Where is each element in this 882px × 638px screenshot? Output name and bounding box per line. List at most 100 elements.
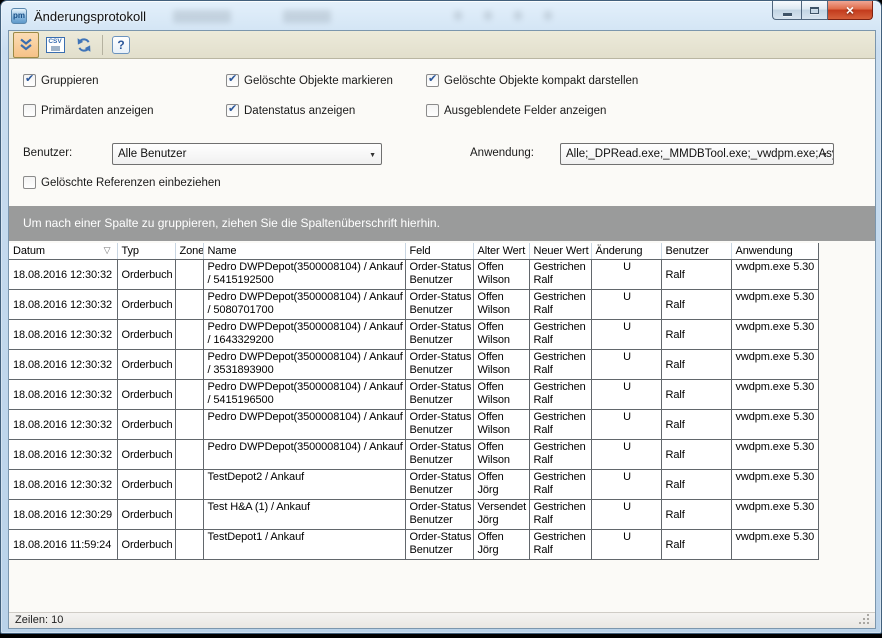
cell-neuer-wert: GestrichenRalf: [529, 470, 591, 500]
checkbox-label: Gelöschte Objekte kompakt darstellen: [444, 75, 638, 87]
cell-neuer-wert: GestrichenRalf: [529, 380, 591, 410]
cell-typ: Orderbuch: [117, 260, 175, 290]
cell-name: Pedro DWPDepot(3500008104) / Ankauf: [203, 440, 405, 470]
cell-zone: [175, 500, 203, 530]
cell-name: Pedro DWPDepot(3500008104) / Ankauf: [203, 410, 405, 440]
checkbox-gel-schte-referenzen-einbeziehen[interactable]: Gelöschte Referenzen einbeziehen: [23, 176, 221, 189]
cell-benutzer: Ralf: [661, 350, 731, 380]
changes-table: Datum▽TypZoneNameFeldAlter WertNeuer Wer…: [9, 243, 819, 560]
table-row[interactable]: 18.08.2016 12:30:32Orderbuch Pedro DWPDep…: [9, 440, 818, 470]
checkbox-gel-schte-objekte-kompakt-darstellen[interactable]: Gelöschte Objekte kompakt darstellen: [426, 74, 638, 87]
column-header-zone[interactable]: Zone: [175, 243, 203, 260]
maximize-icon: [810, 7, 819, 14]
table-header-row: Datum▽TypZoneNameFeldAlter WertNeuer Wer…: [9, 243, 818, 260]
resize-grip-icon[interactable]: [859, 622, 861, 624]
checkbox-gruppieren[interactable]: Gruppieren: [23, 74, 99, 87]
cell-datum: 18.08.2016 12:30:32: [9, 440, 117, 470]
cell-benutzer: Ralf: [661, 470, 731, 500]
checkbox-ausgeblendete-felder-anzeigen[interactable]: Ausgeblendete Felder anzeigen: [426, 104, 606, 117]
expand-options-button[interactable]: [13, 32, 39, 58]
cell-aenderung: U: [591, 530, 661, 560]
cell-anwendung: vwdpm.exe 5.30: [731, 320, 818, 350]
table-row[interactable]: 18.08.2016 12:30:32OrderbuchPedro DWPDep…: [9, 380, 818, 410]
column-header-datum[interactable]: Datum▽: [9, 243, 117, 260]
row-count-label: Zeilen: 10: [15, 614, 63, 626]
table-row[interactable]: 18.08.2016 12:30:32Orderbuch Pedro DWPDep…: [9, 410, 818, 440]
cell-name: TestDepot2 / Ankauf: [203, 470, 405, 500]
column-header-benutzer[interactable]: Benutzer: [661, 243, 731, 260]
cell-alter-wert: VersendetJörg: [473, 500, 529, 530]
cell-alter-wert: OffenJörg: [473, 530, 529, 560]
close-icon: ×: [846, 2, 854, 18]
cell-anwendung: vwdpm.exe 5.30: [731, 410, 818, 440]
cell-benutzer: Ralf: [661, 500, 731, 530]
cell-name: Test H&A (1) / Ankauf: [203, 500, 405, 530]
checkbox-checked-icon: [426, 74, 439, 87]
column-header-anwendung[interactable]: Anwendung: [731, 243, 818, 260]
table-row[interactable]: 18.08.2016 12:30:32OrderbuchPedro DWPDep…: [9, 320, 818, 350]
cell-datum: 18.08.2016 12:30:32: [9, 380, 117, 410]
table-row[interactable]: 18.08.2016 12:30:32OrderbuchPedro DWPDep…: [9, 290, 818, 320]
help-button[interactable]: ?: [108, 32, 134, 58]
client-area: CSV ? Gruppieren Gelöschte Objekte markie…: [9, 31, 875, 628]
toolbar: CSV ?: [9, 31, 875, 59]
cell-neuer-wert: GestrichenRalf: [529, 500, 591, 530]
group-by-bar[interactable]: Um nach einer Spalte zu gruppieren, zieh…: [9, 206, 875, 241]
checkbox-gel-schte-objekte-markieren[interactable]: Gelöschte Objekte markieren: [226, 74, 393, 87]
anwendung-label: Anwendung:: [470, 147, 534, 159]
cell-benutzer: Ralf: [661, 380, 731, 410]
refresh-button[interactable]: [71, 32, 97, 58]
cell-feld: Order-StatusBenutzer: [405, 350, 473, 380]
cell-name: Pedro DWPDepot(3500008104) / Ankauf/ 164…: [203, 320, 405, 350]
table-row[interactable]: 18.08.2016 12:30:32OrderbuchPedro DWPDep…: [9, 260, 818, 290]
column-header-alter-wert[interactable]: Alter Wert: [473, 243, 529, 260]
titlebar[interactable]: pm Änderungsprotokoll ×: [1, 1, 881, 31]
minimize-button[interactable]: [772, 1, 801, 20]
cell-feld: Order-StatusBenutzer: [405, 470, 473, 500]
benutzer-dropdown[interactable]: Alle Benutzer ▼: [112, 143, 382, 165]
checkbox-checked-icon: [23, 74, 36, 87]
cell-benutzer: Ralf: [661, 410, 731, 440]
cell-aenderung: U: [591, 410, 661, 440]
cell-alter-wert: OffenWilson: [473, 440, 529, 470]
table-row[interactable]: 18.08.2016 12:30:29OrderbuchTest H&A (1)…: [9, 500, 818, 530]
checkbox-prim-rdaten-anzeigen[interactable]: Primärdaten anzeigen: [23, 104, 154, 117]
anwendung-dropdown[interactable]: Alle;_DPRead.exe;_MMDBTool.exe;_vwdpm.ex…: [560, 143, 834, 165]
checkbox-checked-icon: [226, 74, 239, 87]
csv-export-button[interactable]: CSV: [42, 32, 68, 58]
cell-aenderung: U: [591, 260, 661, 290]
column-header-neuer-wert[interactable]: Neuer Wert: [529, 243, 591, 260]
cell-anwendung: vwdpm.exe 5.30: [731, 470, 818, 500]
column-header-feld[interactable]: Feld: [405, 243, 473, 260]
cell-datum: 18.08.2016 12:30:32: [9, 290, 117, 320]
cell-typ: Orderbuch: [117, 500, 175, 530]
cell-feld: Order-StatusBenutzer: [405, 290, 473, 320]
table-row[interactable]: 18.08.2016 12:30:32OrderbuchPedro DWPDep…: [9, 350, 818, 380]
cell-benutzer: Ralf: [661, 440, 731, 470]
table-row[interactable]: 18.08.2016 11:59:24OrderbuchTestDepot1 /…: [9, 530, 818, 560]
cell-benutzer: Ralf: [661, 530, 731, 560]
cell-datum: 18.08.2016 12:30:32: [9, 410, 117, 440]
checkbox-datenstatus-anzeigen[interactable]: Datenstatus anzeigen: [226, 104, 355, 117]
cell-typ: Orderbuch: [117, 410, 175, 440]
benutzer-dropdown-value: Alle Benutzer: [113, 148, 381, 160]
window: pm Änderungsprotokoll × CSV: [0, 0, 882, 634]
redacted-blur: [454, 11, 462, 20]
sort-descending-icon: ▽: [104, 245, 111, 256]
cell-zone: [175, 470, 203, 500]
checkbox-label: Gelöschte Objekte markieren: [244, 75, 393, 87]
cell-typ: Orderbuch: [117, 440, 175, 470]
column-header-nderung[interactable]: Änderung: [591, 243, 661, 260]
cell-alter-wert: OffenWilson: [473, 410, 529, 440]
table-row[interactable]: 18.08.2016 12:30:32OrderbuchTestDepot2 /…: [9, 470, 818, 500]
cell-feld: Order-StatusBenutzer: [405, 410, 473, 440]
checkbox-unchecked-icon: [426, 104, 439, 117]
cell-aenderung: U: [591, 380, 661, 410]
cell-feld: Order-StatusBenutzer: [405, 380, 473, 410]
maximize-button[interactable]: [801, 1, 828, 20]
column-header-typ[interactable]: Typ: [117, 243, 175, 260]
column-header-name[interactable]: Name: [203, 243, 405, 260]
close-button[interactable]: ×: [828, 1, 873, 20]
cell-zone: [175, 410, 203, 440]
cell-feld: Order-StatusBenutzer: [405, 500, 473, 530]
